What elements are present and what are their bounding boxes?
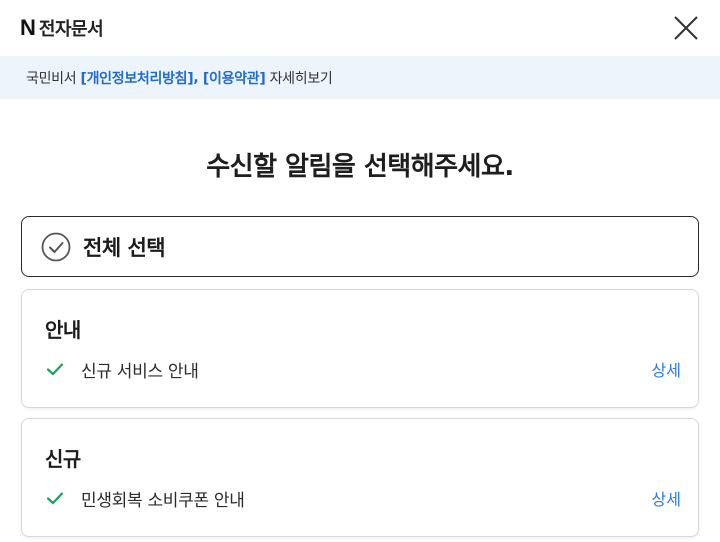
brand: N 전자문서 [20, 15, 104, 41]
list-item[interactable]: 민생회복 소비쿠폰 안내 상세 [45, 485, 681, 511]
item-label: 민생회복 소비쿠폰 안내 [81, 490, 245, 511]
naver-logo: N [20, 15, 36, 40]
category-title: 안내 [45, 318, 81, 342]
select-all-button[interactable]: 전체 선택 [21, 216, 699, 277]
notice-separator: , [193, 69, 203, 86]
privacy-policy-link[interactable]: [개인정보처리방침] [80, 68, 193, 88]
header: N 전자문서 [0, 0, 720, 56]
detail-link[interactable]: 상세 [652, 486, 681, 510]
check-icon [46, 363, 64, 376]
category-title: 신규 [45, 447, 81, 471]
page-title: 수신할 알림을 선택해주세요. [206, 152, 514, 182]
notice-prefix: 국민비서 [26, 70, 81, 87]
check-circle-icon [41, 232, 71, 261]
category-card-new: 신규 민생회복 소비쿠폰 안내 상세 [21, 418, 699, 537]
close-icon[interactable] [672, 14, 700, 42]
category-card-notice: 안내 신규 서비스 안내 상세 [21, 289, 699, 408]
check-icon [46, 492, 64, 505]
notice-suffix: 자세히보기 [265, 70, 333, 87]
select-all-label: 전체 선택 [83, 235, 166, 260]
terms-link[interactable]: [이용약관] [203, 68, 266, 88]
notice-bar: 국민비서 [개인정보처리방침] , [이용약관] 자세히보기 [0, 56, 720, 99]
item-label: 신규 서비스 안내 [81, 361, 199, 382]
app-title: 전자문서 [38, 19, 104, 40]
detail-link[interactable]: 상세 [652, 357, 681, 381]
list-item[interactable]: 신규 서비스 안내 상세 [45, 356, 681, 382]
